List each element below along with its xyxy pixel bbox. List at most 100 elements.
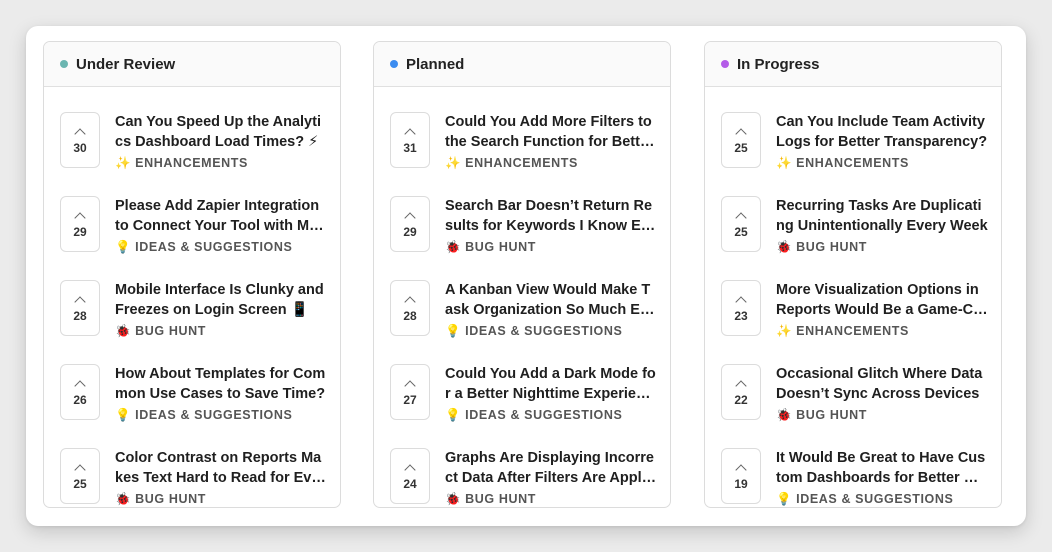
- post-card[interactable]: 25 Can You Include Team Activity Logs fo…: [705, 112, 1001, 196]
- lightbulb-icon: 💡: [776, 492, 793, 506]
- vote-count: 25: [734, 140, 748, 155]
- vote-count: 28: [73, 308, 87, 323]
- post-title[interactable]: Recurring Tasks Are Duplicating Unintent…: [776, 196, 988, 236]
- category-tag: 🐞 BUG HUNT: [115, 492, 206, 507]
- lightbulb-icon: 💡: [115, 240, 132, 254]
- chevron-up-icon: [735, 295, 747, 308]
- chevron-up-icon: [735, 379, 747, 392]
- post-card[interactable]: 25 Recurring Tasks Are Duplicating Unint…: [705, 196, 1001, 280]
- upvote-button[interactable]: 27: [390, 364, 430, 420]
- column-title: In Progress: [737, 55, 820, 73]
- sparkles-icon: ✨: [445, 156, 462, 170]
- post-title[interactable]: Graphs Are Displaying Incorrect Data Aft…: [445, 448, 657, 488]
- column-header: In Progress: [705, 42, 1001, 87]
- post-card[interactable]: 22 Occasional Glitch Where Data Doesn’t …: [705, 364, 1001, 448]
- upvote-button[interactable]: 22: [721, 364, 761, 420]
- post-card[interactable]: 23 More Visualization Options in Reports…: [705, 280, 1001, 364]
- category-label: ENHANCEMENTS: [135, 156, 248, 170]
- chevron-up-icon: [735, 127, 747, 140]
- post-title[interactable]: Mobile Interface Is Clunky and Freezes o…: [115, 280, 327, 320]
- bug-icon: 🐞: [776, 408, 793, 422]
- chevron-up-icon: [74, 127, 86, 140]
- chevron-up-icon: [404, 379, 416, 392]
- post-card[interactable]: 31 Could You Add More Filters to the Sea…: [374, 112, 670, 196]
- category-label: ENHANCEMENTS: [796, 156, 909, 170]
- post-title[interactable]: Search Bar Doesn’t Return Results for Ke…: [445, 196, 657, 236]
- post-card[interactable]: 25 Color Contrast on Reports Makes Text …: [44, 448, 340, 507]
- upvote-button[interactable]: 30: [60, 112, 100, 168]
- post-title[interactable]: How About Templates for Common Use Cases…: [115, 364, 327, 404]
- bug-icon: 🐞: [445, 492, 462, 506]
- post-title[interactable]: More Visualization Options in Reports Wo…: [776, 280, 988, 320]
- vote-count: 29: [73, 224, 87, 239]
- column-in-progress: In Progress 25 Can You Include Team Acti…: [704, 41, 1002, 508]
- post-card[interactable]: 28 Mobile Interface Is Clunky and Freeze…: [44, 280, 340, 364]
- upvote-button[interactable]: 19: [721, 448, 761, 504]
- vote-count: 30: [73, 140, 87, 155]
- post-title[interactable]: Can You Speed Up the Analytics Dashboard…: [115, 112, 327, 152]
- category-tag: ✨ ENHANCEMENTS: [776, 156, 909, 171]
- chevron-up-icon: [404, 295, 416, 308]
- vote-count: 24: [403, 476, 417, 491]
- upvote-button[interactable]: 26: [60, 364, 100, 420]
- category-label: IDEAS & SUGGESTIONS: [796, 492, 954, 506]
- category-label: BUG HUNT: [135, 324, 206, 338]
- post-title[interactable]: Occasional Glitch Where Data Doesn’t Syn…: [776, 364, 988, 404]
- post-card[interactable]: 19 It Would Be Great to Have Custom Dash…: [705, 448, 1001, 507]
- post-card[interactable]: 27 Could You Add a Dark Mode for a Bette…: [374, 364, 670, 448]
- post-card[interactable]: 26 How About Templates for Common Use Ca…: [44, 364, 340, 448]
- upvote-button[interactable]: 28: [390, 280, 430, 336]
- post-card[interactable]: 29 Search Bar Doesn’t Return Results for…: [374, 196, 670, 280]
- category-tag: 🐞 BUG HUNT: [776, 240, 867, 255]
- category-label: IDEAS & SUGGESTIONS: [135, 240, 293, 254]
- status-dot: [60, 60, 68, 68]
- post-card[interactable]: 24 Graphs Are Displaying Incorrect Data …: [374, 448, 670, 507]
- upvote-button[interactable]: 25: [721, 112, 761, 168]
- category-tag: 🐞 BUG HUNT: [445, 240, 536, 255]
- vote-count: 28: [403, 308, 417, 323]
- chevron-up-icon: [74, 379, 86, 392]
- vote-count: 23: [734, 308, 748, 323]
- category-tag: ✨ ENHANCEMENTS: [445, 156, 578, 171]
- post-title[interactable]: A Kanban View Would Make Task Organizati…: [445, 280, 657, 320]
- post-title[interactable]: Please Add Zapier Integration to Connect…: [115, 196, 327, 236]
- column-under-review: Under Review 30 Can You Speed Up the Ana…: [43, 41, 341, 508]
- category-label: IDEAS & SUGGESTIONS: [135, 408, 293, 422]
- category-label: IDEAS & SUGGESTIONS: [465, 408, 623, 422]
- sparkles-icon: ✨: [776, 156, 793, 170]
- column-title: Under Review: [76, 55, 176, 73]
- column-header: Planned: [374, 42, 670, 87]
- category-tag: 💡 IDEAS & SUGGESTIONS: [445, 408, 622, 423]
- upvote-button[interactable]: 31: [390, 112, 430, 168]
- category-label: ENHANCEMENTS: [796, 324, 909, 338]
- post-card[interactable]: 28 A Kanban View Would Make Task Organiz…: [374, 280, 670, 364]
- post-title[interactable]: Can You Include Team Activity Logs for B…: [776, 112, 988, 152]
- chevron-up-icon: [404, 127, 416, 140]
- chevron-up-icon: [735, 463, 747, 476]
- category-label: BUG HUNT: [796, 408, 867, 422]
- roadmap-board: Under Review 30 Can You Speed Up the Ana…: [26, 26, 1026, 526]
- column-planned: Planned 31 Could You Add More Filters to…: [373, 41, 671, 508]
- upvote-button[interactable]: 29: [60, 196, 100, 252]
- upvote-button[interactable]: 25: [721, 196, 761, 252]
- category-label: BUG HUNT: [465, 240, 536, 254]
- category-tag: 💡 IDEAS & SUGGESTIONS: [445, 324, 622, 339]
- post-card[interactable]: 29 Please Add Zapier Integration to Conn…: [44, 196, 340, 280]
- post-title[interactable]: Color Contrast on Reports Makes Text Har…: [115, 448, 327, 488]
- chevron-up-icon: [404, 463, 416, 476]
- post-card[interactable]: 30 Can You Speed Up the Analytics Dashbo…: [44, 112, 340, 196]
- upvote-button[interactable]: 28: [60, 280, 100, 336]
- upvote-button[interactable]: 25: [60, 448, 100, 504]
- post-title[interactable]: Could You Add More Filters to the Search…: [445, 112, 657, 152]
- category-tag: 💡 IDEAS & SUGGESTIONS: [776, 492, 953, 507]
- category-tag: 💡 IDEAS & SUGGESTIONS: [115, 240, 292, 255]
- bug-icon: 🐞: [115, 492, 132, 506]
- upvote-button[interactable]: 23: [721, 280, 761, 336]
- post-title[interactable]: Could You Add a Dark Mode for a Better N…: [445, 364, 657, 404]
- category-label: ENHANCEMENTS: [465, 156, 578, 170]
- upvote-button[interactable]: 24: [390, 448, 430, 504]
- post-title[interactable]: It Would Be Great to Have Custom Dashboa…: [776, 448, 988, 488]
- lightbulb-icon: 💡: [115, 408, 132, 422]
- category-label: BUG HUNT: [465, 492, 536, 506]
- upvote-button[interactable]: 29: [390, 196, 430, 252]
